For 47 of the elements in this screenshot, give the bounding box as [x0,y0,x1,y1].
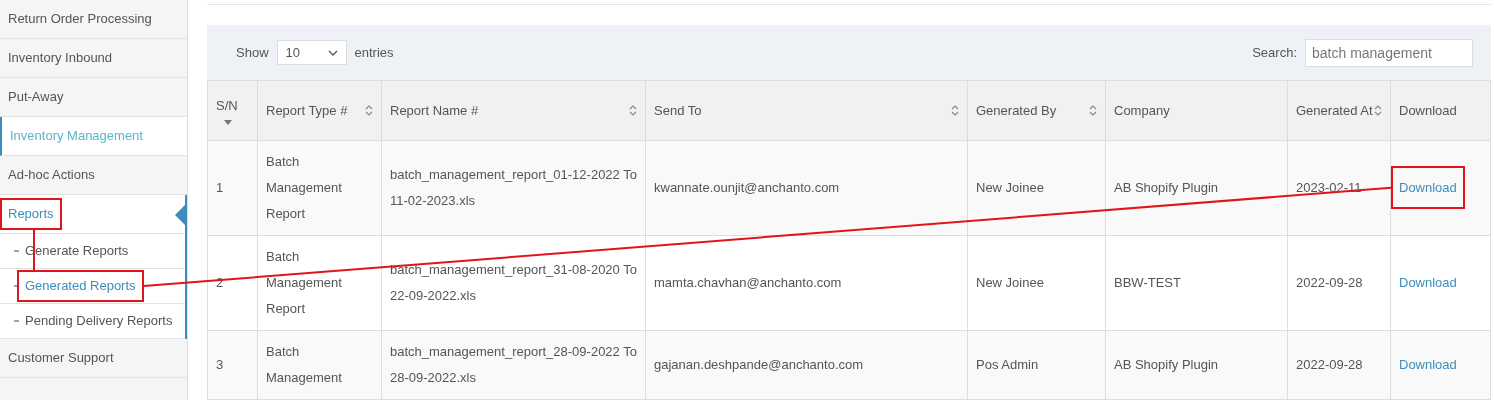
menu-item[interactable]: Customer Support [8,348,114,368]
table-cell: BBW-TEST [1105,235,1288,331]
column-header[interactable]: Generated At [1287,80,1391,141]
menu-item[interactable]: Inventory Inbound [8,48,113,68]
menu-item[interactable]: Ad-hoc Actions [8,165,95,185]
download-link[interactable]: Download [1399,357,1457,373]
table-cell: AB Shopify Plugin [1105,330,1288,400]
table-cell: 2023-02-11 [1287,140,1391,236]
table-cell: 2022-09-28 [1287,235,1391,331]
chevron-down-icon [327,49,338,56]
menu-item[interactable]: Return Order Processing [8,9,152,29]
table-cell: Pos Admin [967,330,1106,400]
entries-label: entries [354,43,394,62]
table-cell: AB Shopify Plugin [1105,140,1288,236]
table-cell: kwannate.ounjit@anchanto.com [645,140,968,236]
table-cell: gajanan.deshpande@anchanto.com [645,330,968,400]
sort-icon [629,105,637,116]
column-header[interactable]: Generated By [967,80,1106,141]
table-cell: 3 [207,330,258,400]
search-label: Search: [1252,43,1297,62]
table-cell: Batch Management Report [257,235,382,331]
column-header[interactable]: Report Type # [257,80,382,141]
column-header: Company [1105,80,1288,141]
table-cell: New Joinee [967,140,1106,236]
column-header: Download [1390,80,1491,141]
table-cell: batch_management_report_01-12-2022 To 11-02-2023.xls [381,140,646,236]
column-header[interactable]: Report Name # [381,80,646,141]
sort-icon [1089,105,1097,116]
sort-icon [365,105,373,116]
column-header[interactable]: Send To [645,80,968,141]
table-cell: 2022-09-28 [1287,330,1391,400]
sort-down-icon [224,120,232,125]
show-label: Show [236,43,269,62]
download-link[interactable]: Download [1399,275,1457,291]
table-cell: batch_management_report_31-08-2020 To 22-09-2022.xls [381,235,646,331]
table-cell: 1 [207,140,258,236]
table-cell: mamta.chavhan@anchanto.com [645,235,968,331]
sort-icon [1374,105,1382,116]
table-cell: batch_management_report_28-09-2022 To 28-09-2022.xls [381,330,646,400]
table-cell: Batch Management Report [257,140,382,236]
sort-icon [951,105,959,116]
search-field[interactable]: batch management [1305,38,1473,67]
table-cell: New Joinee [967,235,1106,331]
page-size-select[interactable]: 10 [276,40,347,65]
column-header[interactable]: S/N [207,80,258,141]
table-cell: Batch Management [257,330,382,400]
menu-item[interactable]: Put-Away [8,87,64,107]
